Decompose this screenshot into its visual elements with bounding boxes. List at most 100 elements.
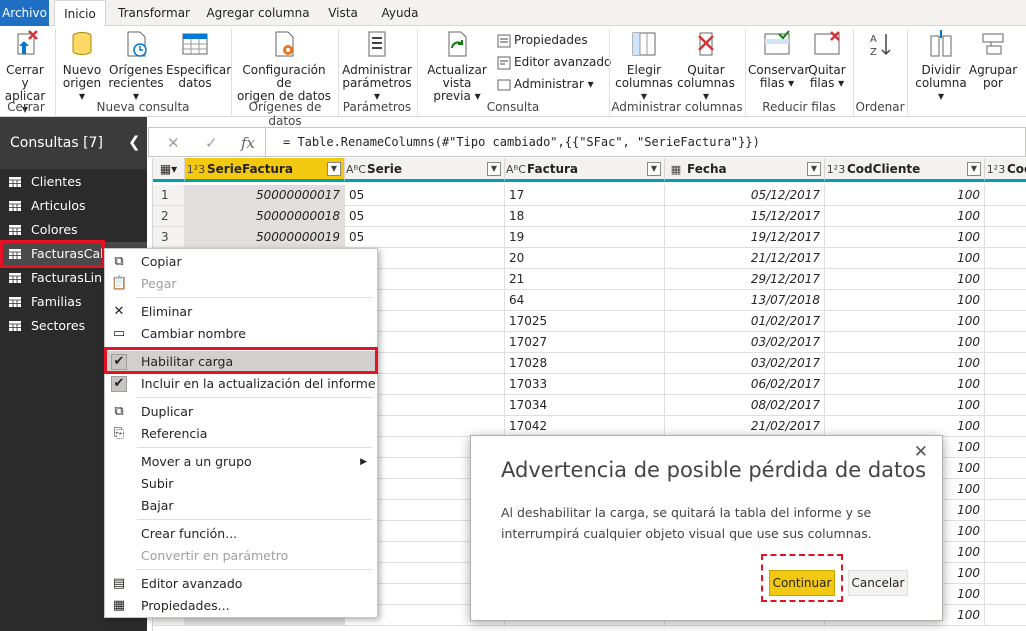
table-cell[interactable]: 05 — [345, 185, 505, 206]
filter-dropdown-icon[interactable]: ▼ — [967, 162, 981, 176]
close-icon[interactable]: ✕ — [914, 442, 928, 462]
table-cell[interactable]: 17042 — [505, 416, 665, 437]
query-item-articulos[interactable]: Articulos — [0, 194, 147, 218]
query-item-clientes[interactable]: Clientes — [0, 170, 147, 194]
table-cell[interactable]: 50000000019 — [185, 227, 345, 248]
table-cell[interactable] — [985, 227, 1026, 248]
menu-item-bajar[interactable]: Bajar — [105, 495, 377, 517]
table-cell[interactable]: 100 — [825, 269, 985, 290]
tab-vista[interactable]: Vista — [320, 0, 366, 26]
table-cell[interactable] — [985, 248, 1026, 269]
chevron-left-icon[interactable]: ❮ — [128, 134, 141, 150]
table-cell[interactable] — [985, 605, 1026, 626]
table-cell[interactable]: 21/02/2017 — [665, 416, 825, 437]
table-cell[interactable]: 19/12/2017 — [665, 227, 825, 248]
table-cell[interactable] — [985, 353, 1026, 374]
table-cell[interactable] — [985, 290, 1026, 311]
tab-archivo[interactable]: Archivo — [0, 0, 49, 26]
table-menu-icon[interactable]: ▦▾ — [153, 158, 185, 182]
table-cell[interactable]: 17 — [505, 185, 665, 206]
table-cell[interactable]: 100 — [825, 185, 985, 206]
menu-item-referencia[interactable]: ⎘ Referencia — [105, 423, 377, 445]
table-cell[interactable] — [985, 395, 1026, 416]
table-cell[interactable]: 100 — [825, 374, 985, 395]
filter-dropdown-icon[interactable]: ▼ — [487, 162, 501, 176]
table-cell[interactable]: 100 — [825, 416, 985, 437]
tab-inicio[interactable]: Inicio — [54, 0, 106, 27]
continue-button[interactable]: Continuar — [769, 570, 835, 596]
filter-dropdown-icon[interactable]: ▼ — [647, 162, 661, 176]
table-cell[interactable]: 21 — [505, 269, 665, 290]
menu-item-propiedades[interactable]: ▦ Propiedades... — [105, 595, 377, 617]
table-cell[interactable]: 2 — [153, 206, 185, 227]
table-cell[interactable]: 08/02/2017 — [665, 395, 825, 416]
table-cell[interactable]: 20 — [505, 248, 665, 269]
table-cell[interactable]: 100 — [825, 290, 985, 311]
keep-rows-button[interactable]: Conservar filas ▾ — [748, 28, 809, 90]
group-by-button[interactable]: Agrupar por — [968, 28, 1018, 90]
refresh-preview-button[interactable]: Actualizar vista previa ▾ — [422, 28, 492, 103]
column-header-cod[interactable]: 1²3Cod — [985, 158, 1026, 182]
menu-item-crear-funcion[interactable]: Crear función... — [105, 523, 377, 545]
table-cell[interactable]: 100 — [825, 395, 985, 416]
recent-sources-button[interactable]: Orígenes recientes ▾ — [108, 28, 164, 103]
cancel-formula-icon[interactable]: ✕ — [167, 134, 180, 152]
table-cell[interactable]: 50000000017 — [185, 185, 345, 206]
sort-ascending-button[interactable]: AZ — [862, 28, 898, 64]
table-cell[interactable]: 64 — [505, 290, 665, 311]
column-header-serie[interactable]: AᴮCSerie ▼ — [345, 158, 505, 182]
column-header-codcliente[interactable]: 1²3 CodCliente ▼ — [825, 158, 985, 182]
tab-ayuda[interactable]: Ayuda — [376, 0, 424, 26]
table-cell[interactable]: 15/12/2017 — [665, 206, 825, 227]
enter-data-button[interactable]: Especificar datos — [166, 28, 231, 90]
column-header-factura[interactable]: AᴮCFactura ▼ — [505, 158, 665, 182]
table-cell[interactable]: 17027 — [505, 332, 665, 353]
menu-item-editor-avanzado[interactable]: ▤ Editor avanzado — [105, 573, 377, 595]
table-cell[interactable] — [985, 206, 1026, 227]
table-cell[interactable] — [985, 374, 1026, 395]
menu-item-cambiar-nombre[interactable]: ▭ Cambiar nombre — [105, 323, 377, 345]
table-cell[interactable] — [985, 311, 1026, 332]
menu-item-mover-a-grupo[interactable]: Mover a un grupo ▶ — [105, 451, 377, 473]
formula-text[interactable]: = Table.RenameColumns(#"Tipo cambiado",{… — [283, 135, 760, 149]
table-cell[interactable]: 50000000018 — [185, 206, 345, 227]
remove-columns-button[interactable]: Quitar columnas ▾ — [676, 28, 736, 103]
table-cell[interactable]: 19 — [505, 227, 665, 248]
table-cell[interactable]: 18 — [505, 206, 665, 227]
table-row[interactable]: 3 50000000019 05 19 19/12/2017 100 — [153, 227, 1026, 248]
table-cell[interactable]: 100 — [825, 248, 985, 269]
table-cell[interactable]: 3 — [153, 227, 185, 248]
table-cell[interactable] — [985, 416, 1026, 437]
table-cell[interactable] — [985, 332, 1026, 353]
table-cell[interactable]: 29/12/2017 — [665, 269, 825, 290]
tab-agregar-columna[interactable]: Agregar columna — [206, 0, 310, 26]
table-cell[interactable]: 17034 — [505, 395, 665, 416]
tab-transformar[interactable]: Transformar — [112, 0, 196, 26]
table-cell[interactable]: 100 — [825, 227, 985, 248]
table-cell[interactable] — [985, 185, 1026, 206]
table-cell[interactable]: 05 — [345, 206, 505, 227]
advanced-editor-button[interactable]: Editor avanzado — [497, 54, 611, 70]
remove-rows-button[interactable]: Quitar filas ▾ — [806, 28, 848, 90]
table-cell[interactable]: 100 — [825, 332, 985, 353]
table-cell[interactable] — [985, 500, 1026, 521]
menu-item-subir[interactable]: Subir — [105, 473, 377, 495]
column-header-fecha[interactable]: ▦ Fecha ▼ — [665, 158, 825, 182]
manage-button[interactable]: Administrar ▾ — [497, 76, 594, 92]
menu-item-incluir-actualizacion[interactable]: ✔ Incluir en la actualización del informe — [105, 373, 377, 395]
table-cell[interactable] — [985, 458, 1026, 479]
table-cell[interactable]: 21/12/2017 — [665, 248, 825, 269]
manage-parameters-button[interactable]: Administrar parámetros ▾ — [342, 28, 412, 103]
table-cell[interactable]: 17033 — [505, 374, 665, 395]
table-cell[interactable]: 100 — [825, 206, 985, 227]
table-cell[interactable]: 03/02/2017 — [665, 332, 825, 353]
table-cell[interactable]: 100 — [825, 311, 985, 332]
table-cell[interactable]: 05 — [345, 227, 505, 248]
cancel-button[interactable]: Cancelar — [848, 570, 908, 596]
table-row[interactable]: 1 50000000017 05 17 05/12/2017 100 — [153, 185, 1026, 206]
table-cell[interactable]: 06/02/2017 — [665, 374, 825, 395]
table-cell[interactable]: 1 — [153, 185, 185, 206]
table-cell[interactable]: 01/02/2017 — [665, 311, 825, 332]
table-cell[interactable] — [985, 437, 1026, 458]
menu-item-copiar[interactable]: ⧉ Copiar — [105, 251, 377, 273]
